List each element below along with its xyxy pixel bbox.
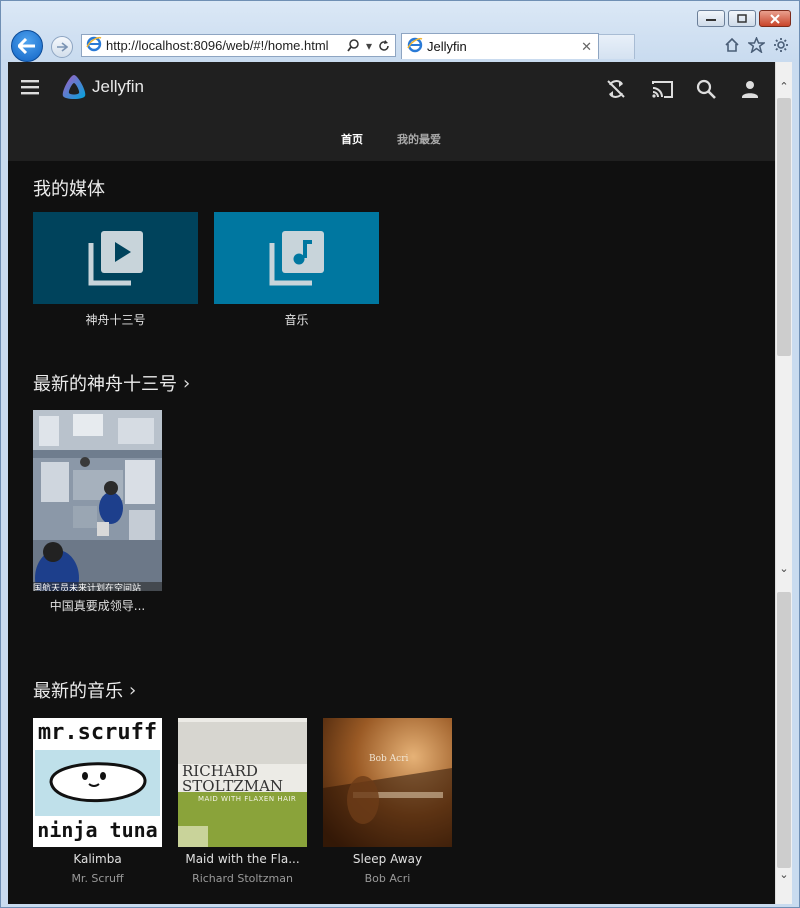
jellyfin-logo-icon xyxy=(62,75,86,99)
album-cover-text-bottom: ninja tuna xyxy=(37,818,158,842)
address-bar[interactable]: http://localhost:8096/web/#!/home.html ▾ xyxy=(81,34,396,57)
album-cover-text-top: mr.scruff xyxy=(37,720,158,745)
arrow-left-icon xyxy=(18,38,35,54)
browser-tab[interactable]: Jellyfin ✕ xyxy=(401,33,599,59)
logo-text: Jellyfin xyxy=(92,77,144,96)
app-header: Jellyfin 首页 我的最爱 xyxy=(8,62,775,161)
video-library-icon xyxy=(88,231,143,286)
tab-home[interactable]: 首页 xyxy=(341,131,363,147)
refresh-icon[interactable] xyxy=(378,39,390,52)
search-icon[interactable] xyxy=(695,78,719,102)
ie-page-icon xyxy=(86,36,102,55)
jellyfin-logo[interactable]: Jellyfin xyxy=(60,73,144,101)
album-cover-subtitle: MAID WITH FLAXEN HAIR xyxy=(198,795,297,803)
library-card-shenzhou[interactable] xyxy=(33,212,198,304)
album-cover-artist: Bob Acri xyxy=(369,754,409,764)
video-overlay-text: 国航天员未来计划在空间站 xyxy=(33,584,142,591)
chevron-right-icon: › xyxy=(129,679,137,701)
vertical-scrollbar[interactable]: ⌃ ⌄ ⌄ xyxy=(775,62,792,904)
chevron-right-icon: › xyxy=(183,372,191,394)
scroll-down-icon-bottom[interactable]: ⌄ xyxy=(777,868,791,882)
url-text[interactable]: http://localhost:8096/web/#!/home.html xyxy=(106,38,347,53)
section-title-latest-shenzhou[interactable]: 最新的神舟十三号 › xyxy=(33,370,190,396)
home-icon[interactable] xyxy=(724,37,740,53)
library-label-shenzhou[interactable]: 神舟十三号 xyxy=(33,311,198,328)
dropdown-icon[interactable]: ▾ xyxy=(366,39,372,53)
album-cover-artist-line2: STOLTZMAN xyxy=(182,777,284,795)
album-art-sleep-away xyxy=(323,718,452,847)
music-library-icon xyxy=(269,231,324,286)
minimize-button[interactable] xyxy=(697,10,725,27)
search-icon[interactable] xyxy=(347,39,360,52)
section-title-my-media: 我的媒体 xyxy=(33,179,105,200)
album-artist-maid[interactable]: Richard Stoltzman xyxy=(178,872,307,885)
user-icon[interactable] xyxy=(739,78,763,102)
video-poster[interactable]: 国航天员未来计划在空间站 xyxy=(33,410,162,591)
album-artist-sleep-away[interactable]: Bob Acri xyxy=(323,872,452,885)
settings-gear-icon[interactable] xyxy=(773,37,789,53)
album-title-maid[interactable]: Maid with the Fla... xyxy=(178,852,307,866)
forward-button[interactable] xyxy=(51,36,73,58)
new-tab-button[interactable] xyxy=(599,34,635,59)
browser-navbar: http://localhost:8096/web/#!/home.html ▾… xyxy=(9,29,797,63)
album-title-sleep-away[interactable]: Sleep Away xyxy=(323,852,452,866)
album-title-kalimba[interactable]: Kalimba xyxy=(33,852,162,866)
cast-icon[interactable] xyxy=(651,78,675,102)
scroll-up-icon[interactable]: ⌃ xyxy=(777,80,791,94)
ie-tab-icon xyxy=(407,37,423,56)
library-label-music[interactable]: 音乐 xyxy=(214,311,379,328)
window-controls xyxy=(694,10,791,27)
section-title-latest-music[interactable]: 最新的音乐 › xyxy=(33,677,136,703)
library-card-music[interactable] xyxy=(214,212,379,304)
video-title[interactable]: 中国真要成领导... xyxy=(33,597,162,614)
favorites-star-icon[interactable] xyxy=(748,37,765,53)
album-cover-sleep-away[interactable]: Bob Acri xyxy=(323,718,452,847)
maximize-button[interactable] xyxy=(728,10,756,27)
close-tab-icon[interactable]: ✕ xyxy=(581,39,592,55)
album-cover-maid[interactable]: RICHARD STOLTZMAN MAID WITH FLAXEN HAIR xyxy=(178,718,307,847)
album-cover-kalimba[interactable]: mr.scruff ninja tuna xyxy=(33,718,162,847)
sync-disabled-icon[interactable] xyxy=(605,78,629,102)
arrow-right-icon xyxy=(57,42,68,52)
tab-favorites[interactable]: 我的最爱 xyxy=(397,131,441,147)
close-window-button[interactable] xyxy=(759,10,791,27)
video-thumbnail-image xyxy=(33,410,162,591)
scrollbar-thumb-lower[interactable] xyxy=(777,592,791,868)
hamburger-menu-icon[interactable] xyxy=(20,79,40,95)
back-button[interactable] xyxy=(11,30,43,62)
album-artist-kalimba[interactable]: Mr. Scruff xyxy=(33,872,162,885)
tab-title: Jellyfin xyxy=(427,39,467,54)
jellyfin-app: Jellyfin 首页 我的最爱 我的媒体 神舟十三号 音乐 最新的神舟十三号 › xyxy=(8,62,775,904)
scroll-down-icon[interactable]: ⌄ xyxy=(777,562,791,576)
scrollbar-thumb[interactable] xyxy=(777,98,791,356)
